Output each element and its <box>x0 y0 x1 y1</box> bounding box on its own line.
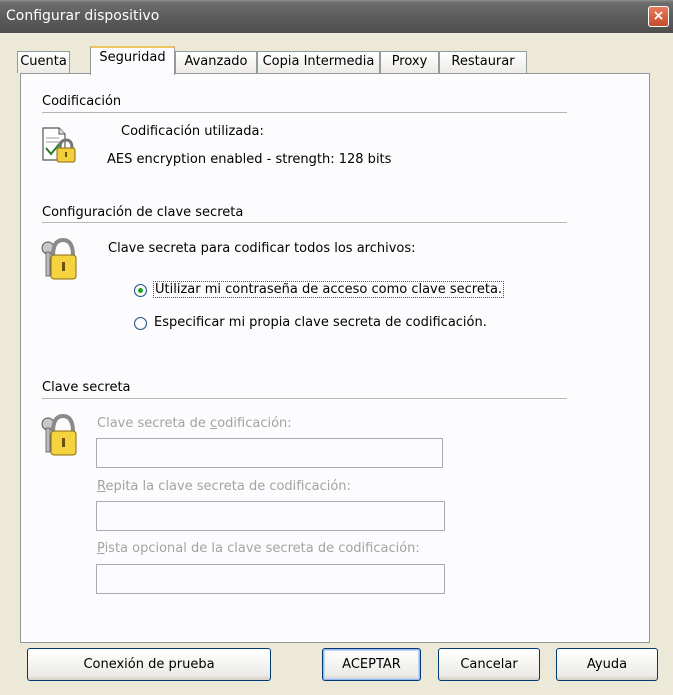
encryption-label: Codificación utilizada: <box>121 124 264 139</box>
divider <box>42 222 567 223</box>
secret-key-input[interactable] <box>96 438 443 468</box>
custom-key-label[interactable]: Especificar mi propia clave secreta de c… <box>154 315 487 330</box>
tab-copia-intermedia[interactable]: Copia Intermedia <box>257 51 380 73</box>
hint-label: Pista opcional de la clave secreta de co… <box>97 541 420 556</box>
hint-input[interactable] <box>96 564 445 594</box>
repeat-key-input[interactable] <box>96 501 445 531</box>
divider <box>42 398 567 399</box>
close-button[interactable]: × <box>648 6 669 27</box>
custom-key-radio[interactable] <box>134 317 147 330</box>
security-panel: Codificación Codificación utilizada: AES… <box>20 73 650 643</box>
padlock-keys-icon <box>39 410 77 462</box>
key-config-section-title: Configuración de clave secreta <box>42 205 244 220</box>
repeat-key-label: Repita la clave secreta de codificación: <box>97 479 351 494</box>
secret-key-label: Clave secreta de codificación: <box>97 416 292 431</box>
use-password-radio[interactable] <box>134 284 147 297</box>
document-lock-icon <box>41 126 77 168</box>
help-button[interactable]: Ayuda <box>556 648 658 681</box>
key-config-prompt: Clave secreta para codificar todos los a… <box>108 241 416 256</box>
test-connection-button[interactable]: Conexión de prueba <box>27 648 271 681</box>
close-icon: × <box>652 8 665 24</box>
tab-cuenta[interactable]: Cuenta <box>17 51 70 73</box>
tab-seguridad[interactable]: Seguridad <box>90 46 175 75</box>
padlock-keys-icon <box>39 234 77 286</box>
tab-avanzado[interactable]: Avanzado <box>175 51 257 73</box>
tab-restaurar[interactable]: Restaurar <box>439 51 527 73</box>
encryption-value: AES encryption enabled - strength: 128 b… <box>107 152 392 167</box>
title-bar[interactable]: Configurar dispositivo × <box>0 0 673 33</box>
window-title: Configurar dispositivo <box>6 8 160 24</box>
divider <box>42 112 567 113</box>
ok-button[interactable]: ACEPTAR <box>322 648 421 681</box>
encryption-section-title: Codificación <box>42 94 122 109</box>
use-password-label[interactable]: Utilizar mi contraseña de acceso como cl… <box>152 281 505 298</box>
cancel-button[interactable]: Cancelar <box>438 648 540 681</box>
secret-key-section-title: Clave secreta <box>42 380 131 395</box>
tab-proxy[interactable]: Proxy <box>380 51 439 73</box>
